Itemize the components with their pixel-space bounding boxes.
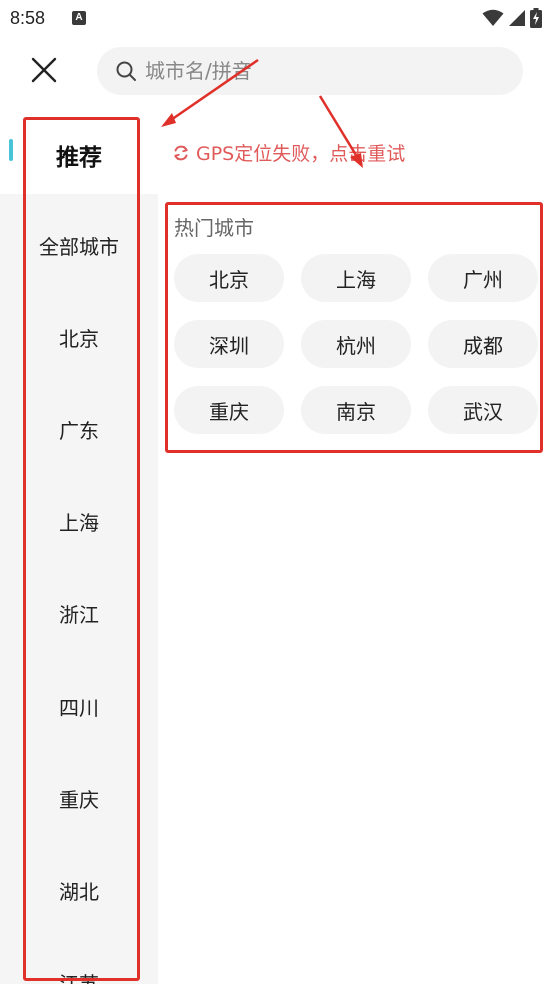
province-sidebar: 推荐 全部城市 北京 广东 上海 浙江 四川 重庆 湖北 江苏 (0, 118, 158, 984)
gps-retry-text: GPS定位失败，点击重试 (196, 143, 406, 165)
close-button[interactable] (26, 52, 62, 88)
wifi-icon (482, 9, 504, 26)
gps-retry-link[interactable]: GPS定位失败，点击重试 (172, 139, 405, 166)
city-chip-chengdu[interactable]: 成都 (428, 320, 538, 368)
search-icon (116, 61, 136, 81)
search-input[interactable] (145, 59, 485, 83)
close-icon (31, 57, 57, 83)
search-box[interactable] (97, 47, 523, 95)
signal-icon (509, 10, 525, 26)
sidebar-item-recommend[interactable]: 推荐 (0, 138, 158, 172)
status-bar: 8:58 A (0, 0, 554, 40)
city-chip-beijing[interactable]: 北京 (174, 254, 284, 302)
status-icons (482, 8, 542, 28)
notification-a-icon: A (72, 11, 86, 25)
sidebar-item-beijing[interactable]: 北京 (0, 323, 158, 352)
hot-cities-title: 热门城市 (174, 216, 254, 240)
sidebar-item-jiangsu[interactable]: 江苏 (0, 968, 158, 984)
city-chip-nanjing[interactable]: 南京 (301, 386, 411, 434)
city-chip-shenzhen[interactable]: 深圳 (174, 320, 284, 368)
status-time: 8:58 (10, 8, 46, 28)
city-chip-shanghai[interactable]: 上海 (301, 254, 411, 302)
sidebar-item-shanghai[interactable]: 上海 (0, 507, 158, 536)
battery-charging-icon (530, 8, 542, 28)
city-chip-chongqing[interactable]: 重庆 (174, 386, 284, 434)
sidebar-item-all-cities[interactable]: 全部城市 (0, 231, 158, 260)
city-chip-wuhan[interactable]: 武汉 (428, 386, 538, 434)
city-chip-hangzhou[interactable]: 杭州 (301, 320, 411, 368)
sidebar-item-sichuan[interactable]: 四川 (0, 692, 158, 721)
sidebar-item-guangdong[interactable]: 广东 (0, 415, 158, 444)
sidebar-item-zhejiang[interactable]: 浙江 (0, 599, 158, 628)
sidebar-item-chongqing[interactable]: 重庆 (0, 784, 158, 813)
city-chip-guangzhou[interactable]: 广州 (428, 254, 538, 302)
sidebar-item-hubei[interactable]: 湖北 (0, 876, 158, 905)
refresh-icon (174, 145, 188, 160)
